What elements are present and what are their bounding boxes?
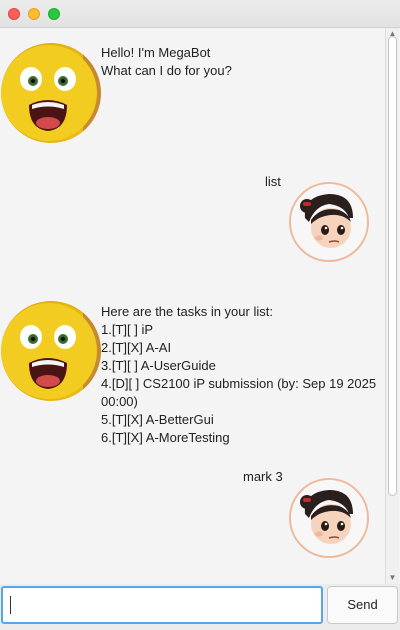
send-button[interactable]: Send	[327, 586, 398, 624]
bot-avatar	[1, 43, 101, 143]
maximize-window-button[interactable]	[48, 8, 60, 20]
yellow-character-avatar-icon	[1, 43, 101, 143]
dialog-scroll-pane[interactable]: Hello! I'm MegaBot What can I do for you…	[0, 28, 400, 584]
text-caret	[10, 596, 11, 614]
bot-message-text: Here are the tasks in your list: 1.[T][ …	[101, 304, 377, 445]
vertical-scrollbar[interactable]: ▲ ▼	[385, 28, 399, 584]
close-window-button[interactable]	[8, 8, 20, 20]
yellow-character-avatar-icon	[1, 301, 101, 401]
bot-avatar	[1, 301, 101, 401]
user-avatar	[289, 478, 369, 558]
window-titlebar	[0, 0, 400, 28]
message-input[interactable]	[1, 586, 323, 624]
minimize-window-button[interactable]	[28, 8, 40, 20]
input-bar: Send	[0, 584, 400, 630]
dialog-container: Hello! I'm MegaBot What can I do for you…	[0, 28, 384, 584]
bot-message-text: Hello! I'm MegaBot What can I do for you…	[101, 45, 232, 78]
user-message-text: mark 3	[243, 469, 283, 484]
scrollbar-thumb[interactable]	[388, 36, 397, 496]
girl-character-avatar-icon	[291, 480, 367, 556]
user-message-text: list	[265, 174, 281, 189]
user-avatar	[289, 182, 369, 262]
girl-character-avatar-icon	[291, 184, 367, 260]
scroll-down-arrow-icon[interactable]: ▼	[386, 572, 399, 584]
